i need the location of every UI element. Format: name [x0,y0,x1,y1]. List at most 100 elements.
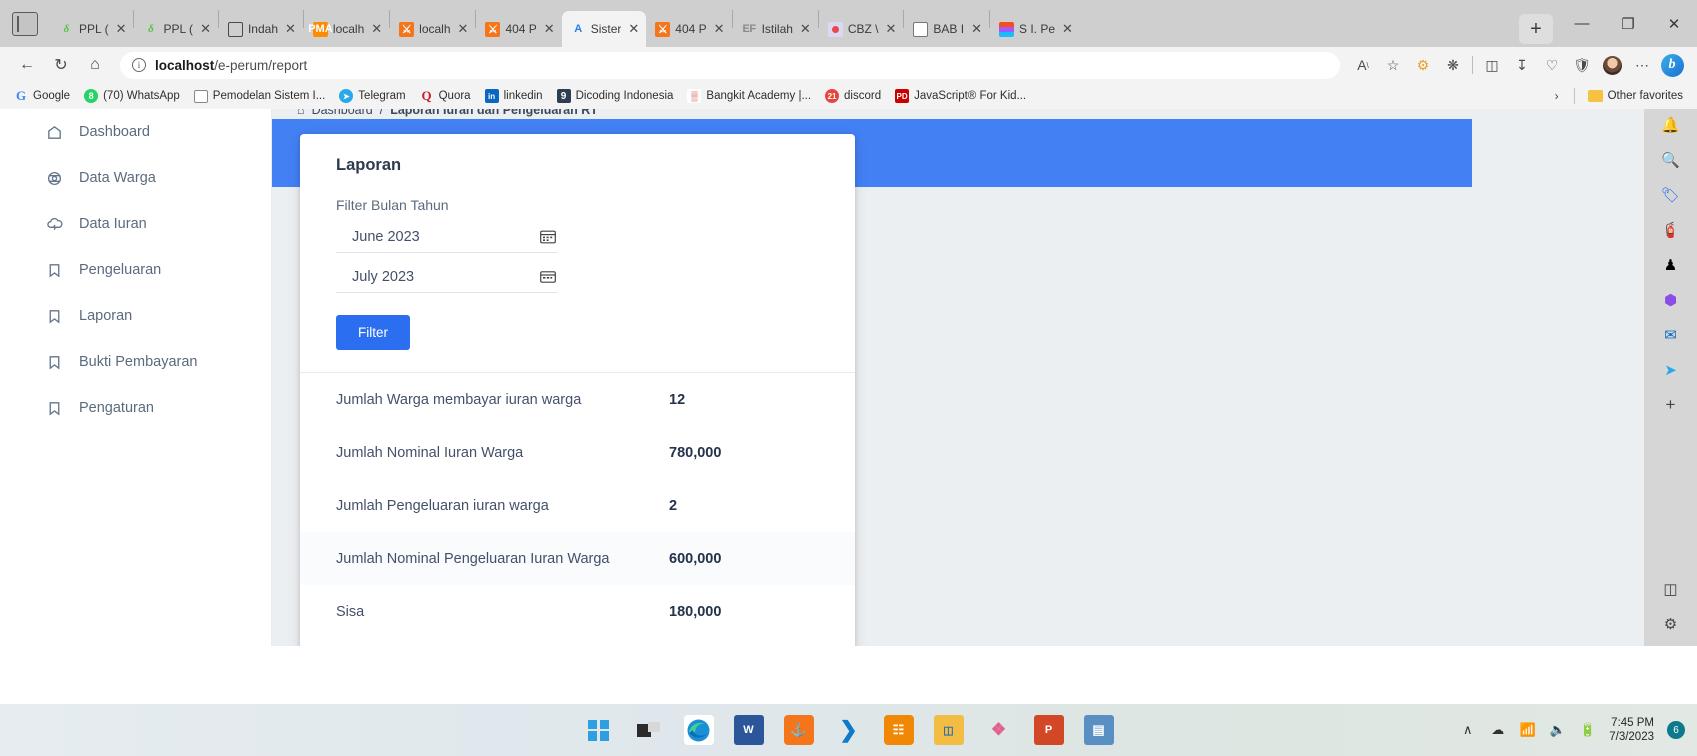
read-aloud-icon[interactable]: A \ [1348,51,1378,79]
telegram-icon[interactable]: ➤ [1659,358,1683,382]
bookmark-item[interactable]: 21 discord [819,87,887,105]
add-sidebar-app-button[interactable]: + [1659,393,1683,417]
notification-badge[interactable]: 6 [1667,721,1685,739]
search-icon[interactable]: 🔍 [1659,148,1683,172]
bookmark-item[interactable]: 9 Dicoding Indonesia [551,87,680,105]
bookmark-item[interactable]: Q Quora [414,87,477,105]
maximize-button[interactable]: ❐ [1605,4,1651,44]
wifi-icon[interactable]: 📶 [1519,722,1536,739]
date-from-field[interactable]: June 2023 [336,223,558,253]
sidebar-item-pengaturan[interactable]: Pengaturan [0,385,271,431]
browser-tab[interactable]: BAB I ✕ [904,11,989,47]
microsoft-word-icon[interactable]: W [733,715,764,745]
site-info-icon[interactable]: i [132,58,146,72]
calendar-icon[interactable] [540,230,556,244]
close-icon[interactable]: ✕ [1062,21,1073,37]
browser-tab[interactable]: δ PPL (✕ [50,11,133,47]
bookmarks-overflow-chevron[interactable]: › [1547,89,1567,103]
calculator-icon[interactable]: ▤ [1083,715,1114,745]
favorite-star-icon[interactable]: ☆ [1378,51,1408,79]
bookmark-item[interactable]: 8 (70) WhatsApp [78,87,186,105]
xampp-icon[interactable]: ⚓ [783,715,814,745]
refresh-button[interactable]: ↻ [44,50,78,80]
close-icon[interactable]: ✕ [628,21,639,37]
volume-icon[interactable]: 🔈 [1549,722,1566,739]
games-icon[interactable]: ♟ [1659,253,1683,277]
bing-copilot-icon[interactable]: b [1657,51,1687,79]
bookmark-item[interactable]: ➤ Telegram [333,87,411,105]
drawio-icon[interactable]: ☷ [883,715,914,745]
profile-avatar[interactable] [1597,51,1627,79]
tools-icon[interactable]: 🧯 [1659,218,1683,242]
close-icon[interactable]: ✕ [800,21,811,37]
bookmark-item[interactable]: in linkedin [479,87,549,105]
outlook-icon[interactable]: ✉ [1659,323,1683,347]
browser-tab[interactable]: ⚔ 404 P ✕ [646,11,731,47]
bookmark-item[interactable]: PD JavaScript® For Kid... [889,87,1032,105]
tab-actions-button[interactable] [0,0,50,47]
bookmark-item[interactable]: ▒ Bangkit Academy |... [681,87,817,105]
other-favorites-folder[interactable]: Other favorites [1582,88,1689,104]
close-icon[interactable]: ✕ [714,21,725,37]
dia-diagram-icon[interactable]: ❖ [984,715,1014,745]
browser-essentials-icon[interactable]: 🛡 [1567,51,1597,79]
microsoft-edge-icon[interactable] [683,715,714,745]
shopping-tag-icon[interactable]: 🏷 [1659,183,1683,207]
new-tab-button[interactable]: + [1519,14,1553,44]
browser-tab[interactable]: CBZ \ ✕ [819,11,904,47]
collections-icon[interactable]: ❋ [1438,51,1468,79]
close-icon[interactable]: ✕ [116,21,127,37]
cloud-icon[interactable]: ☁ [1489,722,1506,739]
browser-tab[interactable]: EF Istilah ✕ [733,11,818,47]
date-to-field[interactable]: July 2023 [336,263,558,293]
bookmark-item[interactable]: G Google [8,87,76,105]
copilot-icon[interactable]: ⬢ [1659,288,1683,312]
sidebar-item-data-warga[interactable]: Data Warga [0,155,271,201]
sidebar-settings-icon[interactable]: ⚙ [1659,612,1683,636]
sidebar-item-dashboard[interactable]: Dashboard [0,109,271,155]
split-screen-icon[interactable]: ◫ [1477,51,1507,79]
close-icon[interactable]: ✕ [285,21,296,37]
browser-tab[interactable]: ⚔ localh ✕ [390,11,475,47]
extension-puzzle-icon[interactable]: ⚙ [1408,51,1438,79]
settings-more-icon[interactable]: ⋯ [1627,51,1657,79]
battery-icon[interactable]: 🔋 [1579,722,1596,739]
filter-button[interactable]: Filter [336,315,410,350]
vscode-icon[interactable]: ❯ [834,715,864,745]
browser-tab[interactable]: S I. Pe ✕ [990,11,1080,47]
close-icon[interactable]: ✕ [971,21,982,37]
clock[interactable]: 7:45 PM 7/3/2023 [1609,716,1654,745]
show-hidden-icons[interactable]: ∧ [1459,722,1476,739]
sidebar-item-bukti-pembayaran[interactable]: Bukti Pembayaran [0,339,271,385]
task-view-icon[interactable] [634,715,664,745]
tab-label: localh [419,22,451,36]
close-icon[interactable]: ✕ [544,21,555,37]
windows-start-icon[interactable] [584,715,614,745]
close-button[interactable]: ✕ [1651,4,1697,44]
performance-icon[interactable]: ♡ [1537,51,1567,79]
browser-tab[interactable]: δ PPL (✕ [134,11,217,47]
close-icon[interactable]: ✕ [200,21,211,37]
browser-tab[interactable]: Indah ✕ [219,11,303,47]
close-icon[interactable]: ✕ [886,21,897,37]
powerpoint-icon[interactable]: P [1033,715,1064,745]
minimize-button[interactable]: — [1559,4,1605,44]
downloads-icon[interactable]: ↧ [1507,51,1537,79]
split-screen-icon[interactable]: ◫ [1659,577,1683,601]
sidebar-item-data-iuran[interactable]: Data Iuran [0,201,271,247]
browser-tab[interactable]: A Sister ✕ [561,11,647,47]
bookmark-item[interactable]: Pemodelan Sistem I... [188,88,332,105]
file-explorer-icon[interactable]: ◫ [933,715,964,745]
close-icon[interactable]: ✕ [458,21,469,37]
sidebar-item-laporan[interactable]: Laporan [0,293,271,339]
browser-tab[interactable]: PMA localh ✕ [304,11,389,47]
sidebar-item-pengeluaran[interactable]: Pengeluaran [0,247,271,293]
breadcrumb-root[interactable]: Dashboard [312,109,373,117]
calendar-icon[interactable] [540,270,556,284]
notifications-bell-icon[interactable]: 🔔 [1659,113,1683,137]
close-icon[interactable]: ✕ [371,21,382,37]
address-bar[interactable]: i localhost/e-perum/report [120,51,1340,79]
browser-tab[interactable]: ⚔ 404 P ✕ [476,11,561,47]
home-button[interactable]: ⌂ [78,50,112,80]
back-button[interactable]: ← [10,50,44,80]
